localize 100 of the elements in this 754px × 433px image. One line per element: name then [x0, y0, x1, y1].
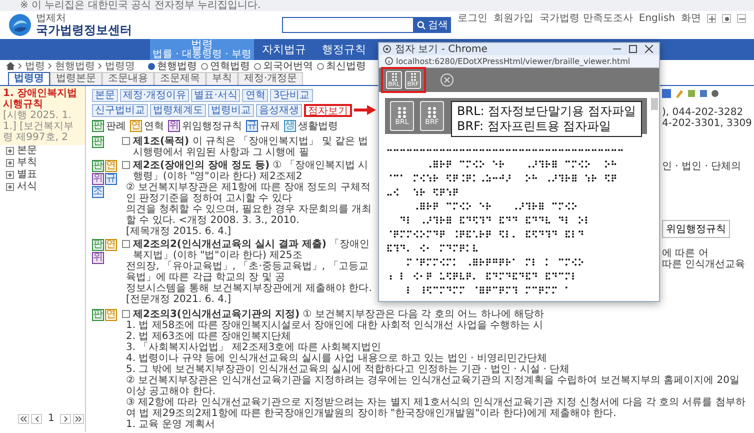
toolbar-button[interactable]: 제정·개정이유: [120, 89, 190, 102]
site-title: 국가법령정보센터: [36, 24, 132, 37]
chevron-icon: [98, 63, 102, 69]
breadcrumb-link[interactable]: 법령명: [105, 60, 135, 72]
chevron-right-icon: [64, 416, 68, 422]
logo-icon[interactable]: [8, 13, 32, 37]
search-tab[interactable]: 부칙: [206, 72, 238, 85]
close-icon[interactable]: [645, 45, 653, 53]
article-tag[interactable]: 규: [105, 173, 117, 185]
tree-item[interactable]: 별표: [0, 169, 37, 181]
article-checkbox[interactable]: [122, 137, 130, 145]
page-number: 1: [47, 413, 56, 424]
header-link[interactable]: 로그인: [458, 13, 488, 24]
first-page-button[interactable]: [18, 414, 29, 424]
article-text: 2. 법 제63조에 따른 장애인복지단체: [126, 331, 291, 342]
scope-radio[interactable]: 연혁법령: [201, 60, 250, 72]
expand-icon: [6, 183, 14, 191]
nav-tab[interactable]: 행정규칙: [314, 39, 374, 60]
article-text: 의견을 청취할 수 있으며, 필요한 경우 자문회의를 개최할 수 있다. <개정 2008. 3. 3., 2010.: [126, 204, 372, 226]
legend-label: 위임행정규칙: [182, 120, 242, 132]
article-text: 에 따른 어: [662, 248, 708, 259]
scope-radio[interactable]: 최신법령: [317, 60, 366, 72]
double-chevron-right-icon: [75, 416, 82, 422]
toolbar-button[interactable]: 법령체계도: [150, 104, 206, 117]
article-checkbox[interactable]: [122, 161, 130, 169]
breadcrumb-link[interactable]: 현행법령: [55, 60, 95, 72]
header-link[interactable]: English: [638, 13, 675, 24]
scope-radio[interactable]: 외국어번역: [254, 60, 313, 72]
header-link[interactable]: 회원가입: [494, 13, 534, 24]
plus-icon: [708, 16, 714, 22]
article-tag[interactable]: 판: [92, 309, 104, 321]
search-field[interactable]: [282, 17, 414, 33]
maximize-icon[interactable]: [629, 45, 637, 53]
article-tag[interactable]: 위: [92, 252, 104, 264]
toolbar-button[interactable]: 음성재생: [256, 104, 302, 117]
article-text: 제2조(장애인의 장애 정도 등) ① 「장애인복지법 시행령」(이하 "영"이라 한다) 제2조제2: [133, 160, 370, 182]
article-tag[interactable]: 판: [92, 160, 104, 172]
previous-page-button[interactable]: [31, 414, 42, 424]
legend-tag: 연: [130, 120, 142, 132]
search-tab[interactable]: 제정·개정문: [238, 72, 304, 85]
toolbar-button[interactable]: 법령비교: [208, 104, 254, 117]
article-text: 따른 인식개선교육: [662, 259, 746, 270]
article-text: ② 보건복지부장관은 제1항에 따른 장애 정도의 구체적인 판정기준을 정하여 고시할 수 있다: [126, 182, 372, 204]
toolbar-button[interactable]: 별표·서식: [191, 89, 240, 102]
popup-scrollbar[interactable]: [651, 98, 658, 110]
info-icon: [385, 57, 393, 65]
toolbar-button[interactable]: 연혁: [242, 89, 268, 102]
article-text: 3. 「사회복지사업법」 제2조제3호에 따른 사회복지법인: [126, 342, 381, 353]
article-tag[interactable]: 위: [92, 173, 104, 185]
article-text: ③ 제2항에 따라 인식개선교육기관으로 지정받으려는 자는 별지 제1호서식의 인식개선교육기관 지정 신청서에 다음 각 호의 서류를 첨부하여 법 제29조의2제1항에 따른 한국장애인개발원의 장이하 "한국장애인개발원"이라 한다)에게 제출해야 한다.: [126, 397, 746, 419]
legend-tag: 판: [92, 120, 104, 132]
article-checkbox[interactable]: [122, 240, 130, 248]
toolbar-button[interactable]: 본문: [92, 89, 118, 102]
expand-icon: [6, 147, 14, 155]
minus-icon: [738, 16, 744, 22]
zoom-out-button[interactable]: [737, 14, 746, 23]
legend-tag: 생: [284, 120, 296, 132]
article-checkbox[interactable]: [122, 310, 130, 318]
scope-radio[interactable]: 현행법령: [148, 60, 197, 72]
legend-label: 생활법령: [298, 120, 338, 132]
nav-tab[interactable]: 법령 법률 · 대통령령 · 부령: [150, 39, 254, 60]
last-page-button[interactable]: [73, 414, 84, 424]
zoom-in-button[interactable]: [707, 14, 716, 23]
contact-text: 4-202-3301, 3309: [662, 118, 752, 129]
article-tag[interactable]: 조: [92, 186, 104, 198]
delegated-rules-button[interactable]: 위임행정규칙: [662, 220, 730, 238]
breadcrumb-link[interactable]: 법령: [25, 60, 45, 72]
article-text: 제1조(목적) 이 규칙은 「장애인복지법」 및 같은 법 시행령에서 위임된 사항과 그 시행에 필: [133, 136, 370, 158]
toolbar-button[interactable]: 3단비교: [270, 89, 313, 102]
search-tab[interactable]: 법령명: [8, 72, 50, 85]
tree-item[interactable]: 서식: [0, 181, 37, 193]
law-list-item[interactable]: 1. 장애인복지법 시행규칙 [시행 2025. 1. 1.] [보건복지부령 제997호, 2: [0, 86, 85, 145]
search-tab[interactable]: 조문내용: [102, 72, 154, 85]
legend-label: 규제: [260, 120, 280, 132]
article-tag[interactable]: 판: [92, 239, 104, 251]
zoom-reset-button[interactable]: [722, 14, 731, 23]
chevron-left-icon: [34, 416, 38, 422]
nav-tab[interactable]: 자치법규: [254, 39, 314, 60]
search-tab[interactable]: 법령본문: [50, 72, 102, 85]
legend-label: 연혁: [144, 120, 164, 132]
toolbar-button[interactable]: 점자보기: [304, 104, 352, 117]
tree-item[interactable]: 부칙: [0, 157, 37, 169]
search-tab[interactable]: 조문제목: [154, 72, 206, 85]
header-link[interactable]: 국가법령 만족도조사: [540, 13, 633, 24]
legend-tag: 위: [168, 120, 180, 132]
org-name: 법제처: [36, 13, 67, 24]
search-button[interactable]: 검색: [414, 17, 451, 33]
article-text: 5. 그 밖에 보건복지부장관이 인식개선교육의 실시에 적합하다고 인정하는 기관 · 법인 · 시설 · 단체: [126, 364, 570, 375]
next-page-button[interactable]: [60, 414, 72, 424]
legend-label: 판례: [106, 120, 126, 132]
tree-item[interactable]: 본문: [0, 145, 37, 157]
article-text: 4. 법령이나 규약 등에 인식개선교육의 실시를 사업 내용으로 하고 있는 법인 · 비영리민간단체: [126, 353, 547, 364]
article-text: 정보시스템을 통해 보건복지부장관에게 제출해야 한다.: [126, 283, 372, 294]
close-circle-icon[interactable]: [440, 73, 454, 87]
article-text: 제2조의3(인식개선교육기관의 지정) ① 보건복지부장관은 다음 각 호의 어느 하나에 해당하: [133, 309, 544, 320]
article-text: 1. 교육 운영 계획서: [126, 419, 216, 430]
toolbar-button[interactable]: 신구법비교: [92, 104, 148, 117]
expand-icon: [6, 171, 14, 179]
home-icon[interactable]: [6, 62, 15, 70]
article-tag[interactable]: 판: [92, 136, 104, 148]
